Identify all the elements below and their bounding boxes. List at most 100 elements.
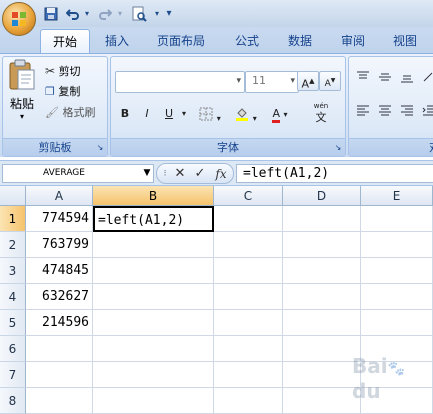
column-header-b[interactable]: B [93,186,214,206]
copy-button[interactable]: ❐ 复制 [45,84,80,100]
grow-font-button[interactable]: A▲ [297,71,319,91]
cell-b7[interactable] [93,362,214,388]
cell-c4[interactable] [214,284,283,310]
cell-e2[interactable] [361,232,433,258]
cell-a6[interactable] [26,336,93,362]
paste-dropdown-icon[interactable]: ▾ [5,112,39,122]
name-box-dropdown-icon[interactable]: ▼ [142,166,152,180]
cell-d5[interactable] [283,310,361,336]
align-right-button[interactable] [397,105,417,123]
align-left-button[interactable] [353,105,373,123]
column-header-c[interactable]: C [214,186,283,206]
cell-c8[interactable] [214,388,283,414]
row-header-5[interactable]: 5 [0,310,26,336]
cell-a5[interactable]: 214596 [26,310,93,336]
font-color-button[interactable]: A ▾ [265,105,295,123]
tab-formulas[interactable]: 公式 [225,29,269,53]
row-header-4[interactable]: 4 [0,284,26,310]
cell-e4[interactable] [361,284,433,310]
indent-button[interactable] [419,105,433,123]
tab-insert[interactable]: 插入 [95,29,139,53]
align-bottom-button[interactable] [397,71,417,89]
cell-b3[interactable] [93,258,214,284]
enter-icon[interactable]: ✓ [191,166,209,182]
undo-icon[interactable] [64,4,82,23]
cell-b4[interactable] [93,284,214,310]
cell-d3[interactable] [283,258,361,284]
column-header-d[interactable]: D [283,186,361,206]
shrink-font-button[interactable]: A▼ [319,71,341,91]
cell-e5[interactable] [361,310,433,336]
row-header-8[interactable]: 8 [0,388,26,414]
cell-a7[interactable] [26,362,93,388]
font-size-dropdown-icon[interactable]: ▾ [290,72,295,90]
cell-d4[interactable] [283,284,361,310]
italic-button[interactable]: I [137,105,157,123]
underline-button[interactable]: U [159,105,179,123]
save-icon[interactable] [42,4,60,23]
cell-b2[interactable] [93,232,214,258]
cell-b1[interactable]: =left(A1,2) [93,206,214,232]
tab-data[interactable]: 数据 [278,29,322,53]
select-all-corner[interactable] [0,186,26,206]
font-name-select[interactable]: ▾ [115,71,245,93]
cell-c7[interactable] [214,362,283,388]
underline-dropdown-icon[interactable]: ▾ [179,105,189,123]
column-header-e[interactable]: E [361,186,433,206]
font-size-select[interactable]: 11 ▾ [245,71,299,93]
row-header-3[interactable]: 3 [0,258,26,284]
cell-c2[interactable] [214,232,283,258]
customize-dropdown-icon[interactable]: ▾ [164,4,174,23]
name-box[interactable]: AVERAGE [2,164,154,183]
column-header-a[interactable]: A [26,186,93,206]
cell-e3[interactable] [361,258,433,284]
cell-c1[interactable] [214,206,283,232]
cell-a4[interactable]: 632627 [26,284,93,310]
cell-b6[interactable] [93,336,214,362]
tab-home[interactable]: 开始 [40,29,90,54]
cell-d1[interactable] [283,206,361,232]
orientation-button[interactable] [419,71,433,89]
align-top-button[interactable] [353,71,373,89]
cell-a2[interactable]: 763799 [26,232,93,258]
qat-dropdown-icon[interactable]: ▾ [153,4,161,23]
phonetic-guide-button[interactable]: wén 文 [303,101,339,125]
cancel-icon[interactable]: ✕ [171,166,189,182]
redo-dropdown-icon[interactable]: ▾ [116,4,124,23]
cell-c3[interactable] [214,258,283,284]
font-dialog-launcher-icon[interactable]: ↘ [333,143,343,153]
tab-review[interactable]: 审阅 [331,29,375,53]
insert-function-icon[interactable]: fx [211,166,231,182]
clipboard-dialog-launcher-icon[interactable]: ↘ [95,143,105,153]
cell-a8[interactable] [26,388,93,414]
redo-icon[interactable] [96,4,114,23]
fill-color-button[interactable]: ▾ [231,105,261,123]
align-center-button[interactable] [375,105,395,123]
formula-input[interactable]: =left(A1,2) [236,164,433,183]
cell-a3[interactable]: 474845 [26,258,93,284]
align-middle-button[interactable] [375,71,395,89]
font-name-dropdown-icon[interactable]: ▾ [236,72,241,90]
row-header-2[interactable]: 2 [0,232,26,258]
tab-view[interactable]: 视图 [383,29,427,53]
cell-b8[interactable] [93,388,214,414]
row-header-7[interactable]: 7 [0,362,26,388]
row-header-6[interactable]: 6 [0,336,26,362]
office-button[interactable] [2,2,36,36]
cell-d2[interactable] [283,232,361,258]
cell-a1[interactable]: 774594 [26,206,93,232]
cell-b5[interactable] [93,310,214,336]
cell-c5[interactable] [214,310,283,336]
row-header-1[interactable]: 1 [0,206,26,232]
tab-page-layout[interactable]: 页面布局 [148,29,214,53]
cell-e1[interactable] [361,206,433,232]
cell-d6[interactable] [283,336,361,362]
borders-button[interactable]: ▾ [195,105,225,123]
undo-dropdown-icon[interactable]: ▾ [83,4,91,23]
cell-d8[interactable] [283,388,361,414]
cell-d7[interactable] [283,362,361,388]
cut-button[interactable]: ✂ 剪切 [45,63,81,79]
format-painter-button[interactable]: 🖌 格式刷 [45,105,95,121]
print-preview-icon[interactable] [128,4,150,23]
cell-c6[interactable] [214,336,283,362]
